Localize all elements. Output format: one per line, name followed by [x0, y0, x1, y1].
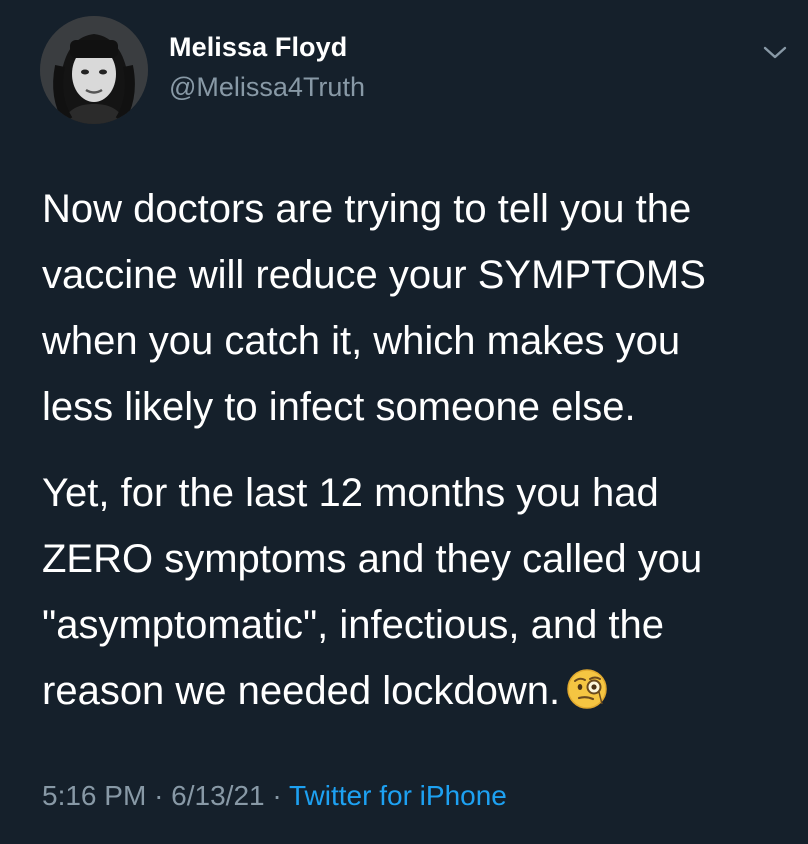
tweet-line: "asymptomatic", infectious, and the — [42, 603, 665, 647]
tweet-line: vaccine will reduce your SYMPTOMS — [42, 253, 706, 297]
tweet-source-link[interactable]: Twitter for iPhone — [289, 780, 507, 811]
display-name[interactable]: Melissa Floyd — [169, 32, 347, 63]
tweet-line: when you catch it, which makes you — [42, 319, 681, 363]
meta-separator: · — [272, 780, 282, 811]
tweet-line: less likely to infect someone else. — [42, 385, 636, 429]
tweet-text: Now doctors are trying to tell you the v… — [42, 176, 782, 724]
tweet-line: reason we needed lockdown. — [42, 669, 561, 713]
tweet: Melissa Floyd @Melissa4Truth Now doctors… — [0, 0, 808, 844]
tweet-line-with-emoji: reason we needed lockdown. — [42, 658, 782, 724]
user-handle[interactable]: @Melissa4Truth — [169, 72, 365, 103]
face-with-monocle-icon — [567, 669, 607, 710]
tweet-paragraph: Now doctors are trying to tell you the v… — [42, 176, 782, 440]
tweet-line: Now doctors are trying to tell you the — [42, 187, 692, 231]
chevron-down-icon[interactable] — [762, 44, 788, 62]
meta-separator: · — [154, 780, 164, 811]
avatar[interactable] — [40, 16, 148, 124]
tweet-date[interactable]: 6/13/21 — [171, 780, 264, 811]
tweet-line: Yet, for the last 12 months you had — [42, 471, 659, 515]
tweet-line: ZERO symptoms and they called you — [42, 537, 703, 581]
tweet-paragraph: Yet, for the last 12 months you had ZERO… — [42, 460, 782, 724]
tweet-meta: 5:16 PM · 6/13/21 · Twitter for iPhone — [42, 780, 507, 812]
profile-photo-icon — [40, 16, 148, 124]
tweet-time[interactable]: 5:16 PM — [42, 780, 146, 811]
